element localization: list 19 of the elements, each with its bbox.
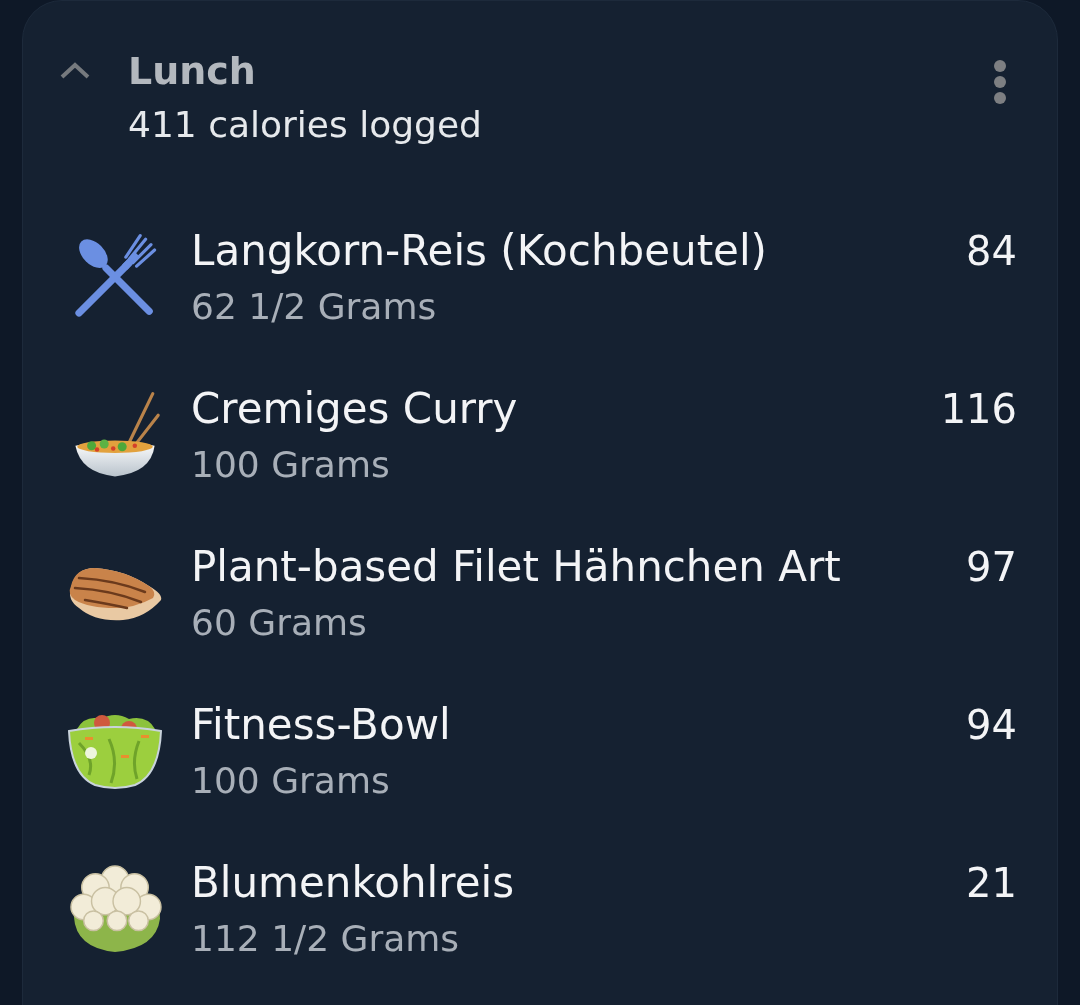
- food-name: Blumenkohlreis: [191, 857, 516, 909]
- serving-size: 100 Grams: [191, 443, 391, 487]
- calorie-count: 116: [940, 385, 1017, 434]
- serving-size: 60 Grams: [191, 601, 368, 645]
- calorie-count: 97: [966, 543, 1017, 592]
- food-name: Cremiges Curry: [191, 383, 519, 435]
- calorie-count: 21: [966, 859, 1017, 908]
- serving-size: 100 Grams: [191, 759, 391, 803]
- calorie-count: 84: [966, 227, 1017, 276]
- serving-size: 62 1/2 Grams: [191, 285, 438, 329]
- meal-title: Lunch: [128, 48, 257, 95]
- serving-size: 112 1/2 Grams: [191, 917, 461, 961]
- calorie-count: 94: [966, 701, 1017, 750]
- chevron-up-icon[interactable]: [59, 61, 91, 79]
- food-name: Langkorn-Reis (Kochbeutel): [191, 225, 768, 277]
- food-name: Fitness-Bowl: [191, 699, 452, 751]
- more-options-icon[interactable]: [993, 59, 1007, 105]
- calories-summary: 411 calories logged: [128, 103, 483, 147]
- food-name: Plant-based Filet Hähnchen Art: [191, 541, 842, 593]
